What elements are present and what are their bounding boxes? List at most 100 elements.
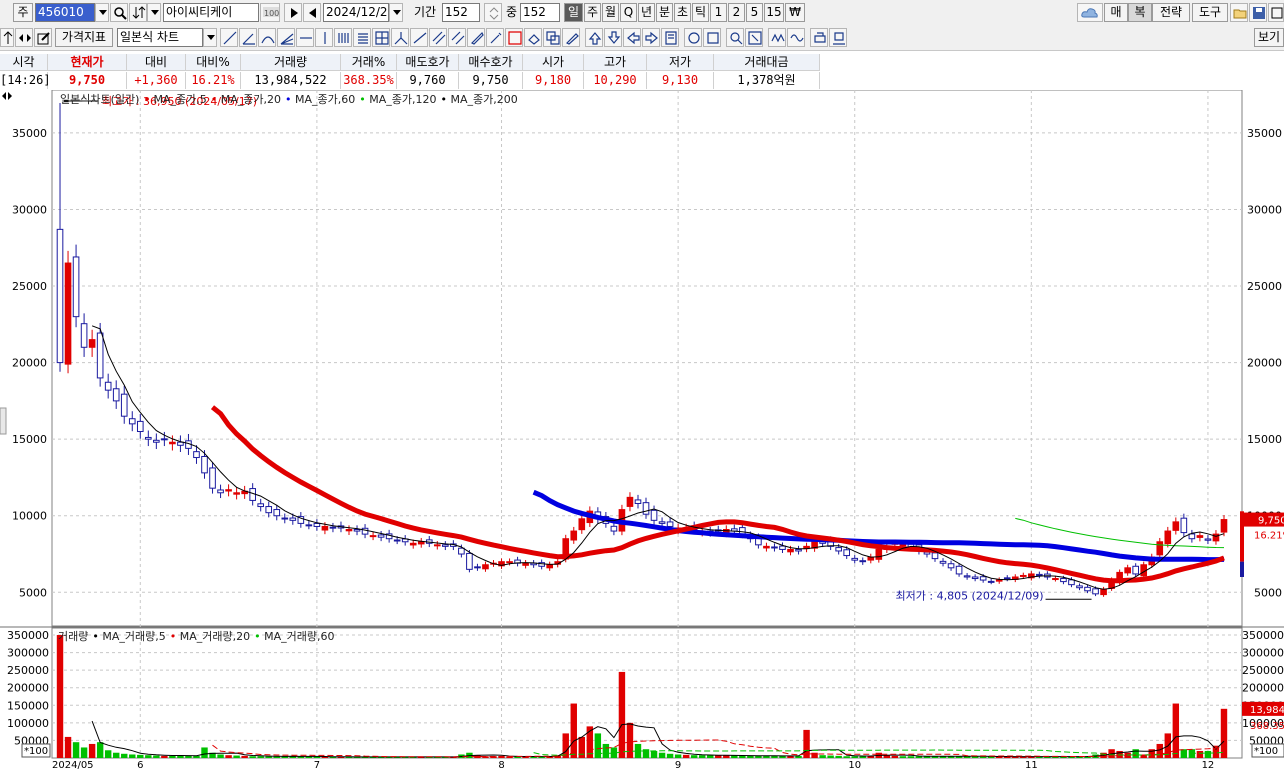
- right-button-1[interactable]: 복: [1128, 3, 1152, 22]
- legend-label-1: MA_종가,20: [220, 93, 281, 106]
- candle-body-129: [1092, 588, 1099, 595]
- candle-body-85: [739, 527, 746, 535]
- stock-name-field[interactable]: 아이씨티케이: [163, 3, 259, 22]
- period-button-12[interactable]: ₩: [785, 3, 805, 22]
- cloud-icon[interactable]: [1077, 3, 1103, 22]
- eraser-tool-icon[interactable]: [524, 28, 542, 47]
- volume-tick-left-3: 200000: [7, 682, 49, 695]
- candle-body-47: [433, 544, 441, 547]
- down-tool-icon[interactable]: [604, 28, 622, 47]
- dropdown-arrow-icon[interactable]: [203, 28, 217, 47]
- volume-legend: 거래량 • MA_거래량,5 • MA_거래량,20 • MA_거래량,60: [58, 628, 335, 644]
- angle-tool-icon[interactable]: [239, 28, 257, 47]
- pencil-tool-icon[interactable]: [562, 28, 580, 47]
- bars2-tool-icon[interactable]: [353, 28, 371, 47]
- folder-icon[interactable]: [1230, 3, 1248, 22]
- volume-bar-13: [161, 755, 168, 758]
- spin-arrows-icon[interactable]: [484, 3, 502, 22]
- price-tick-right-0: 5000: [1254, 586, 1282, 599]
- period-button-9[interactable]: 2: [728, 3, 745, 22]
- candle-body-8: [120, 393, 128, 417]
- month-label-4: 9: [675, 760, 681, 769]
- candle-body-92: [795, 548, 802, 552]
- legend-item-2: • MA_종가,60: [285, 93, 355, 106]
- circle-tool-icon[interactable]: [684, 28, 702, 47]
- period-button-0[interactable]: 일: [564, 3, 583, 22]
- period-button-5[interactable]: 분: [656, 3, 673, 22]
- view-button[interactable]: 보기: [1254, 28, 1284, 47]
- date-input[interactable]: 2024/12/27: [323, 3, 389, 22]
- period-button-8[interactable]: 1: [710, 3, 727, 22]
- volume-bar-145: [1220, 708, 1228, 758]
- period-button-1[interactable]: 주: [584, 3, 601, 22]
- count-input[interactable]: 152: [520, 3, 560, 22]
- left-tool-icon[interactable]: [623, 28, 641, 47]
- volume-bar-14: [169, 755, 176, 758]
- dropdown-arrow-icon[interactable]: [147, 3, 161, 22]
- arc-tool-icon[interactable]: [258, 28, 276, 47]
- wave-tool-icon[interactable]: [787, 28, 805, 47]
- arrow-horizontal-icon[interactable]: [15, 28, 33, 47]
- memo-tool-icon[interactable]: [661, 28, 679, 47]
- candle-body-71: [626, 496, 634, 507]
- candle-body-51: [466, 552, 473, 570]
- stamp-tool-icon[interactable]: [829, 28, 847, 47]
- wand-tool-icon[interactable]: [486, 28, 504, 47]
- period-button-4[interactable]: 년: [638, 3, 655, 22]
- fork-tool-icon[interactable]: [391, 28, 409, 47]
- right-button-2[interactable]: 전략: [1152, 3, 1190, 22]
- price-tick-left-6: 35000: [12, 127, 47, 140]
- chart-type-select[interactable]: 일본식 차트: [117, 28, 203, 47]
- volume-bar-2: [72, 742, 80, 758]
- edit-icon[interactable]: [34, 28, 52, 47]
- dropdown-arrow-icon[interactable]: [95, 3, 109, 22]
- play-prev-icon[interactable]: [303, 3, 321, 22]
- search-icon[interactable]: [110, 3, 128, 22]
- right-button-0[interactable]: 매: [1104, 3, 1128, 22]
- price-indicator-button[interactable]: 가격지표: [55, 28, 113, 47]
- quote-header-3: 대비%: [186, 54, 241, 71]
- quote-value-7: 9,750: [459, 72, 523, 89]
- arrow-up-icon[interactable]: [0, 28, 14, 47]
- bars-tool-icon[interactable]: [334, 28, 352, 47]
- pen-tool-icon[interactable]: [467, 28, 485, 47]
- parallel-tool-icon[interactable]: [448, 28, 466, 47]
- period-button-3[interactable]: Q: [620, 3, 637, 22]
- percent-button-icon[interactable]: 100: [260, 3, 280, 22]
- rect-tool-icon[interactable]: [703, 28, 721, 47]
- trend-tool-icon[interactable]: [410, 28, 428, 47]
- period-button-7[interactable]: 틱: [692, 3, 709, 22]
- fan-tool-icon[interactable]: [277, 28, 295, 47]
- period-input[interactable]: 152: [442, 3, 480, 22]
- zoom-tool-icon[interactable]: [726, 28, 744, 47]
- hline-tool-icon[interactable]: [296, 28, 314, 47]
- market-selector[interactable]: 주: [13, 3, 33, 22]
- candle-body-116: [987, 580, 995, 583]
- period-button-11[interactable]: 15: [764, 3, 784, 22]
- right-button-3[interactable]: 도구: [1192, 3, 1228, 22]
- sort-icon[interactable]: [129, 3, 147, 22]
- period-button-6[interactable]: 초: [674, 3, 691, 22]
- right-tool-icon[interactable]: [642, 28, 660, 47]
- up-tool-icon[interactable]: [585, 28, 603, 47]
- grid-tool-icon[interactable]: [372, 28, 390, 47]
- dropdown-arrow-icon[interactable]: [389, 3, 403, 22]
- stock-code-input[interactable]: 456010: [35, 3, 95, 22]
- period-button-2[interactable]: 월: [602, 3, 619, 22]
- play-next-icon[interactable]: [284, 3, 302, 22]
- channel-tool-icon[interactable]: [429, 28, 447, 47]
- color-tool-icon[interactable]: [505, 28, 523, 47]
- save-icon[interactable]: [1249, 3, 1267, 22]
- select-tool-icon[interactable]: [745, 28, 763, 47]
- edit-shape-tool-icon[interactable]: [543, 28, 561, 47]
- legend-label-4: MA_종가,200: [450, 93, 518, 106]
- print-tool-icon[interactable]: [810, 28, 828, 47]
- line-tool-icon[interactable]: [220, 28, 238, 47]
- legend-label-2: MA_거래량,60: [264, 630, 335, 643]
- zigzag-tool-icon[interactable]: [768, 28, 786, 47]
- candle-body-139: [1172, 521, 1180, 531]
- period-button-10[interactable]: 5: [746, 3, 763, 22]
- stock-chart[interactable]: 5000500010000100001500015000200002000025…: [0, 90, 1284, 769]
- window-icon[interactable]: [1268, 3, 1284, 22]
- vline-tool-icon[interactable]: [315, 28, 333, 47]
